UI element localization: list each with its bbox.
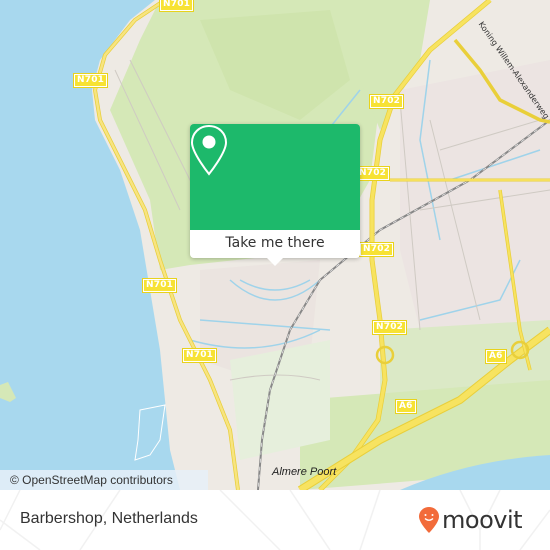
road-label-n702: N702 [358, 242, 395, 257]
place-label: Almere Poort [272, 466, 337, 478]
road-label-n702: N702 [354, 166, 391, 181]
road-label-n701: N701 [181, 348, 218, 363]
place-name: Barbershop, Netherlands [20, 510, 198, 527]
popup-header[interactable] [190, 124, 360, 230]
residential-area [400, 60, 550, 330]
take-me-there-button[interactable]: Take me there [190, 230, 360, 258]
map-pin-icon [190, 124, 228, 176]
moovit-wordmark: moovit [442, 506, 523, 534]
road-label-n701: N701 [141, 278, 178, 293]
take-me-there-popup[interactable]: Take me there [190, 124, 360, 266]
road-label-a6: A6 [395, 399, 417, 414]
footer-bar: Barbershop, Netherlands moovit [0, 490, 550, 550]
road-label-n702: N702 [371, 320, 408, 335]
road-label-n701: N701 [158, 0, 195, 12]
map-attribution[interactable]: © OpenStreetMap contributors [0, 470, 208, 490]
moovit-pin-icon [419, 507, 439, 533]
road-label-a6: A6 [485, 349, 507, 364]
road-label-n702: N702 [368, 94, 405, 109]
map-view[interactable]: N701 N701 N701 N701 N702 N702 N702 N702 … [0, 0, 550, 490]
moovit-logo[interactable]: moovit [418, 503, 523, 537]
popup-arrow [266, 257, 284, 266]
road-label-n701: N701 [72, 73, 109, 88]
